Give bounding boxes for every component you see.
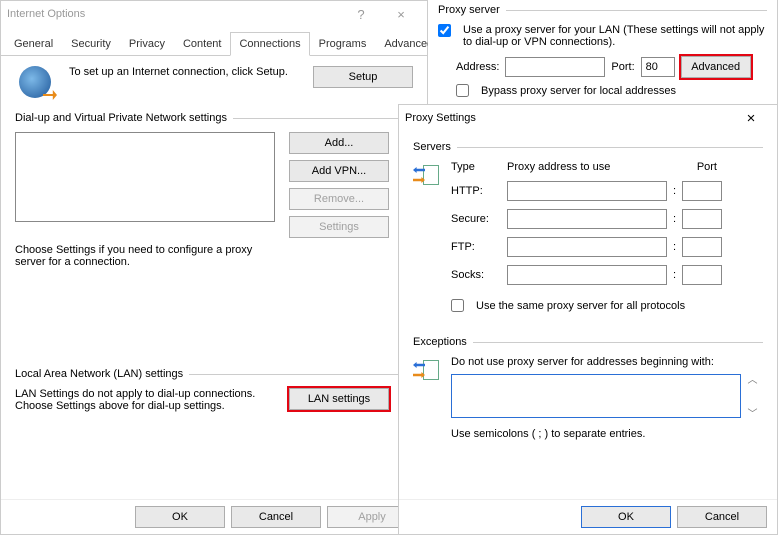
close-icon[interactable]: × <box>381 7 421 22</box>
col-type: Type <box>451 161 507 173</box>
io-content: To set up an Internet connection, click … <box>1 56 427 496</box>
ps-title: Proxy Settings <box>405 112 731 124</box>
help-icon[interactable]: ? <box>341 7 381 22</box>
scroll-down-icon[interactable]: ﹀ <box>743 408 758 418</box>
server-addr-input[interactable] <box>507 265 667 285</box>
dialup-group: Dial-up and Virtual Private Network sett… <box>15 112 413 268</box>
port-input[interactable] <box>641 57 675 77</box>
server-row: FTP:: <box>451 237 763 257</box>
address-label: Address: <box>456 61 499 73</box>
tab-security[interactable]: Security <box>62 32 120 56</box>
add-button[interactable]: Add... <box>289 132 389 154</box>
ps-close-icon[interactable]: × <box>731 110 771 127</box>
lan-text: LAN Settings do not apply to dial-up con… <box>15 388 275 412</box>
bypass-label[interactable]: Bypass proxy server for local addresses <box>481 85 676 97</box>
server-type-label: Secure: <box>451 213 501 225</box>
same-proxy-checkbox[interactable] <box>451 299 464 312</box>
proxy-server-group: Proxy server Use a proxy server for your… <box>438 4 767 97</box>
tab-connections[interactable]: Connections <box>230 32 309 56</box>
use-proxy-label[interactable]: Use a proxy server for your LAN (These s… <box>463 24 767 48</box>
ps-content: Servers Type Proxy address to use Port H… <box>399 131 777 450</box>
exceptions-text: Do not use proxy server for addresses be… <box>451 356 763 368</box>
tab-programs[interactable]: Programs <box>310 32 376 56</box>
exceptions-icon <box>413 356 441 384</box>
globe-icon <box>19 66 51 98</box>
settings-button: Settings <box>289 216 389 238</box>
add-vpn-button[interactable]: Add VPN... <box>289 160 389 182</box>
ps-titlebar: Proxy Settings × <box>399 105 777 131</box>
io-title: Internet Options <box>7 8 341 20</box>
col-port: Port <box>677 161 717 173</box>
port-label: Port: <box>611 61 634 73</box>
scroll-up-icon[interactable]: ︿ <box>743 374 758 384</box>
ps-ok-button[interactable]: OK <box>581 506 671 528</box>
proxy-settings-window: Proxy Settings × Servers Type Proxy addr… <box>398 104 778 535</box>
server-addr-input[interactable] <box>507 209 667 229</box>
advanced-button[interactable]: Advanced <box>681 56 751 78</box>
lan-settings-button[interactable]: LAN settings <box>289 388 389 410</box>
tab-content[interactable]: Content <box>174 32 231 56</box>
tab-general[interactable]: General <box>5 32 62 56</box>
setup-text: To set up an Internet connection, click … <box>59 66 305 78</box>
server-type-label: HTTP: <box>451 185 501 197</box>
exceptions-legend: Exceptions <box>413 336 473 348</box>
lan-group: Local Area Network (LAN) settings LAN Se… <box>15 368 413 412</box>
lan-settings-fragment: Proxy server Use a proxy server for your… <box>428 0 778 110</box>
bypass-checkbox[interactable] <box>456 84 469 97</box>
exceptions-group: Exceptions Do not use proxy server for a… <box>413 336 763 440</box>
servers-group: Servers Type Proxy address to use Port H… <box>413 141 763 312</box>
io-ok-button[interactable]: OK <box>135 506 225 528</box>
server-type-label: FTP: <box>451 241 501 253</box>
setup-button[interactable]: Setup <box>313 66 413 88</box>
tab-privacy[interactable]: Privacy <box>120 32 174 56</box>
same-proxy-label[interactable]: Use the same proxy server for all protoc… <box>476 300 685 312</box>
proxy-server-legend: Proxy server <box>438 4 506 16</box>
use-proxy-checkbox[interactable] <box>438 24 451 37</box>
io-titlebar: Internet Options ? × <box>1 1 427 27</box>
dialup-legend: Dial-up and Virtual Private Network sett… <box>15 112 233 124</box>
io-tabs: GeneralSecurityPrivacyContentConnections… <box>1 31 427 56</box>
server-row: Socks:: <box>451 265 763 285</box>
server-type-label: Socks: <box>451 269 501 281</box>
choose-text: Choose Settings if you need to configure… <box>15 244 275 268</box>
lan-legend: Local Area Network (LAN) settings <box>15 368 189 380</box>
ps-dialog-buttons: OK Cancel <box>399 499 777 534</box>
servers-icon <box>413 161 441 189</box>
server-port-input[interactable] <box>682 209 722 229</box>
server-port-input[interactable] <box>682 265 722 285</box>
server-row: Secure:: <box>451 209 763 229</box>
col-addr: Proxy address to use <box>507 161 677 173</box>
dialup-listbox[interactable] <box>15 132 275 222</box>
servers-legend: Servers <box>413 141 457 153</box>
server-port-input[interactable] <box>682 237 722 257</box>
semicolon-hint: Use semicolons ( ; ) to separate entries… <box>451 428 763 440</box>
io-cancel-button[interactable]: Cancel <box>231 506 321 528</box>
io-dialog-buttons: OK Cancel Apply <box>1 499 427 534</box>
ps-cancel-button[interactable]: Cancel <box>677 506 767 528</box>
server-addr-input[interactable] <box>507 237 667 257</box>
internet-options-window: Internet Options ? × GeneralSecurityPriv… <box>0 0 428 535</box>
address-input[interactable] <box>505 57 605 77</box>
exceptions-input[interactable] <box>451 374 741 418</box>
server-addr-input[interactable] <box>507 181 667 201</box>
remove-button: Remove... <box>289 188 389 210</box>
server-port-input[interactable] <box>682 181 722 201</box>
server-row: HTTP:: <box>451 181 763 201</box>
